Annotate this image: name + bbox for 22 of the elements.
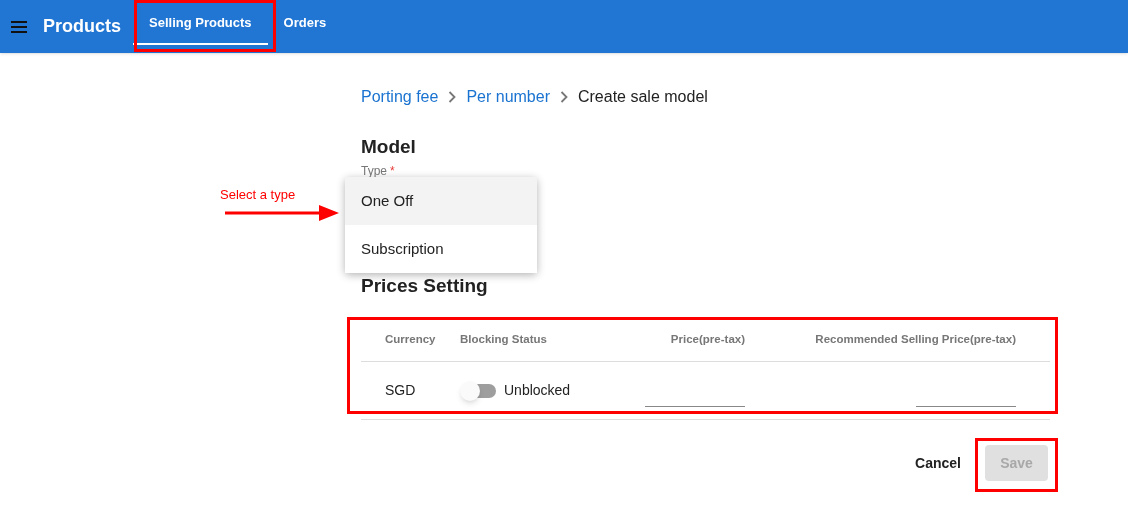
chevron-icon: [560, 91, 568, 103]
menu-item[interactable]: Subscription: [345, 225, 537, 273]
app-title: Products: [43, 15, 121, 38]
annotation-text: Select a type: [220, 186, 296, 204]
table-cell-text: SGD: [385, 381, 417, 400]
menu-item[interactable]: One Off: [345, 177, 537, 225]
breadcrumb-link[interactable]: Per number: [466, 85, 550, 109]
nav-tab[interactable]: Selling Products: [133, 0, 268, 45]
section-heading: Prices Setting: [361, 273, 489, 298]
status-text: Unblocked: [504, 381, 571, 400]
field-label: Type *: [361, 163, 395, 179]
chevron-icon: [448, 91, 457, 103]
column-header: Currency: [385, 331, 437, 347]
cancel-button[interactable]: Cancel: [915, 452, 961, 474]
breadcrumb-link[interactable]: Porting fee: [361, 85, 439, 109]
column-header: Price(pre-tax): [669, 331, 745, 347]
column-header: Blocking Status: [460, 331, 548, 347]
toggle-switch[interactable]: [460, 380, 496, 401]
column-header: Recommended Selling Price(pre-tax): [814, 331, 1016, 347]
section-heading: Model: [361, 135, 417, 159]
nav-tab[interactable]: Orders: [267, 0, 343, 45]
breadcrumb-current: Create sale model: [578, 87, 708, 107]
